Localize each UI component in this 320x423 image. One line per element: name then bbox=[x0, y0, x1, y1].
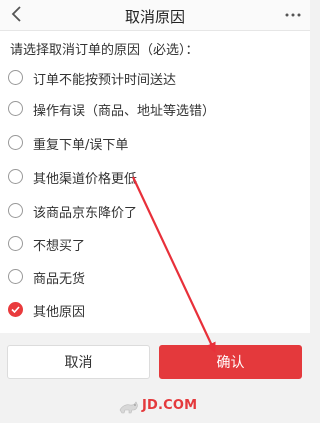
confirm-button[interactable]: 确认 bbox=[159, 345, 302, 379]
radio-button-checked[interactable] bbox=[8, 302, 23, 317]
reason-label: 其他原因 bbox=[33, 305, 86, 320]
reason-option-selected[interactable]: 其他原因 bbox=[8, 299, 298, 323]
radio-button[interactable] bbox=[8, 70, 23, 85]
reason-label: 商品无货 bbox=[33, 272, 86, 287]
reason-label: 操作有误（商品、地址等选错） bbox=[33, 104, 216, 119]
footer: 取消 确认 JD.COM bbox=[0, 334, 310, 423]
page-title: 取消原因 bbox=[124, 8, 185, 26]
radio-button[interactable] bbox=[8, 101, 23, 116]
reason-option[interactable]: 商品无货 bbox=[8, 266, 298, 290]
reason-label: 订单不能按预计时间送达 bbox=[33, 73, 177, 88]
brand-text: JD.COM bbox=[142, 398, 198, 413]
checkmark-icon bbox=[11, 306, 20, 313]
cancel-button[interactable]: 取消 bbox=[7, 345, 150, 379]
header-bar: 取消原因 bbox=[0, 0, 310, 31]
more-dots-icon[interactable] bbox=[284, 6, 302, 24]
reason-option[interactable]: 该商品京东降价了 bbox=[8, 200, 298, 224]
radio-button[interactable] bbox=[8, 135, 23, 150]
reason-panel: 请选择取消订单的原因（必选）： 订单不能按预计时间送达 操作有误（商品、地址等选… bbox=[0, 31, 310, 333]
radio-button[interactable] bbox=[8, 269, 23, 284]
reason-label: 重复下单/误下单 bbox=[33, 138, 129, 153]
reason-label: 其他渠道价格更低 bbox=[33, 172, 138, 187]
radio-button[interactable] bbox=[8, 203, 23, 218]
radio-button[interactable] bbox=[8, 236, 23, 251]
reason-prompt: 请选择取消订单的原因（必选）： bbox=[10, 43, 199, 58]
radio-button[interactable] bbox=[8, 169, 23, 184]
reason-option[interactable]: 重复下单/误下单 bbox=[8, 132, 298, 156]
reason-option[interactable]: 其他渠道价格更低 bbox=[8, 166, 298, 190]
jd-dog-icon bbox=[119, 401, 138, 414]
reason-option[interactable]: 操作有误（商品、地址等选错） bbox=[8, 98, 298, 122]
reason-label: 该商品京东降价了 bbox=[33, 206, 138, 221]
reason-option[interactable]: 订单不能按预计时间送达 bbox=[8, 67, 298, 91]
reason-option[interactable]: 不想买了 bbox=[8, 233, 298, 257]
reason-label: 不想买了 bbox=[33, 239, 86, 254]
